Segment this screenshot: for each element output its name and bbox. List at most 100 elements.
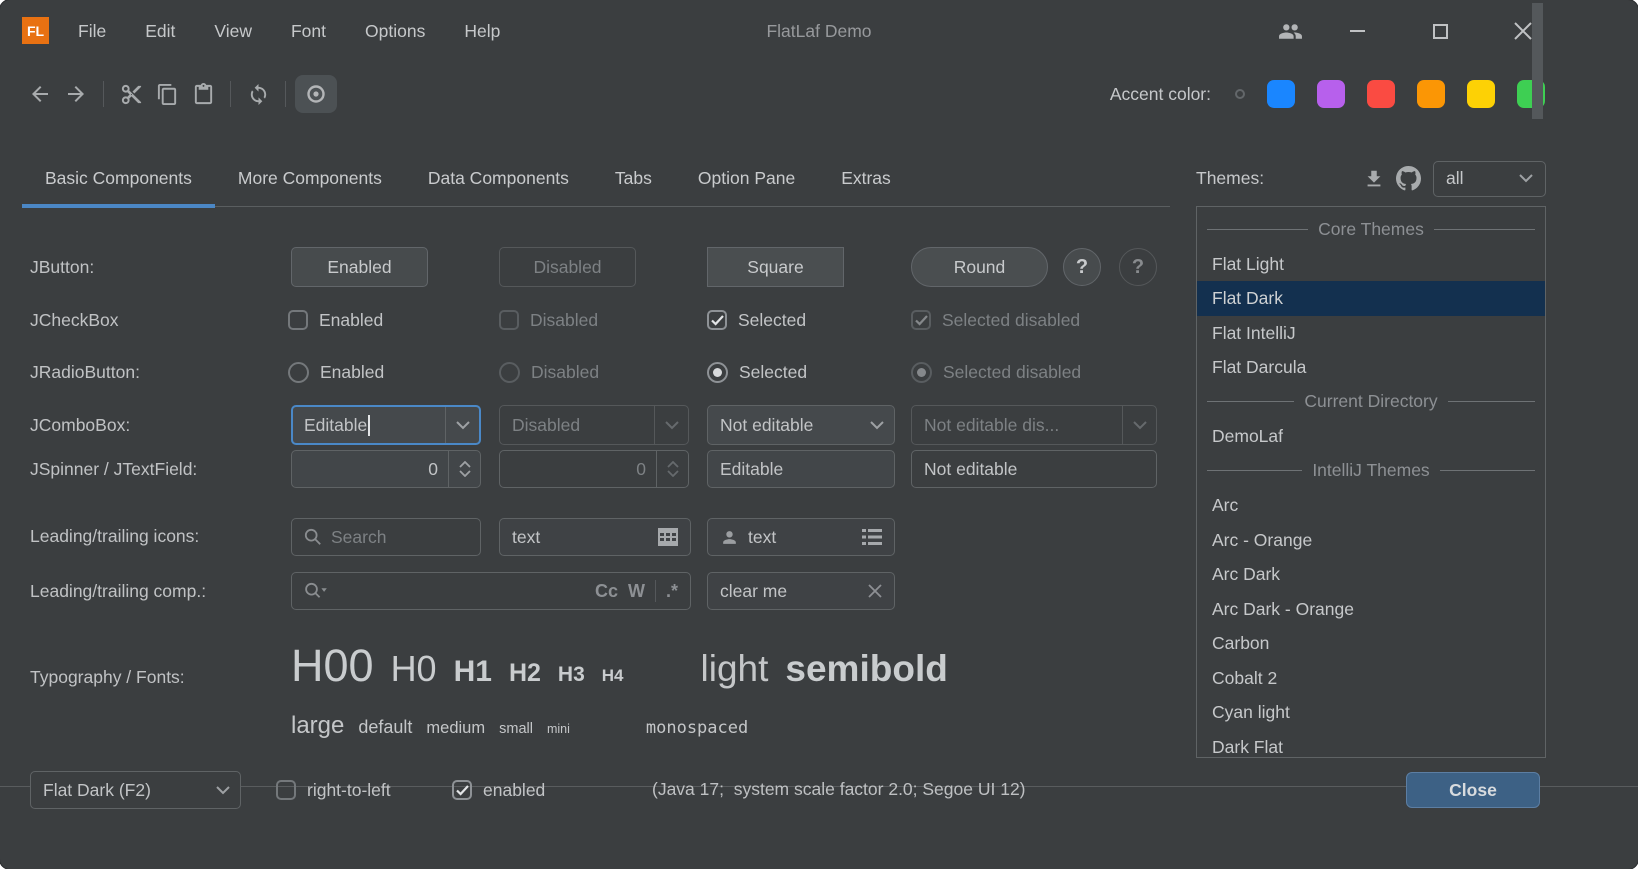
scrollbar-thumb[interactable] [1532,3,1543,119]
typography-sizes: large default medium small mini monospac… [291,712,748,740]
combobox-arrow-button[interactable] [206,772,240,808]
theme-list-item[interactable]: Flat Dark [1197,281,1545,316]
textfield-value: text [512,527,540,548]
accent-swatch[interactable] [1267,80,1295,108]
clear-icon[interactable] [868,584,882,598]
app-logo-icon: FL [22,17,49,44]
search-with-options-field[interactable]: Cc W .* [291,572,691,610]
tab-basic-components[interactable]: Basic Components [22,150,215,206]
maximize-icon [1433,24,1448,39]
tab-option-pane[interactable]: Option Pane [675,150,818,206]
chevron-down-icon [216,786,230,795]
tab-more-components[interactable]: More Components [215,150,405,206]
help-button[interactable]: ? [1063,248,1101,286]
search-field[interactable]: Search [291,518,481,556]
list-icon[interactable] [862,529,882,545]
regex-button[interactable]: .* [666,581,678,602]
typography-headings: H00 H0 H1 H2 H3 H4 light semibold [291,640,948,692]
menu-help[interactable]: Help [464,21,500,42]
menu-options[interactable]: Options [365,21,425,42]
refresh-button[interactable] [240,76,276,112]
theme-list-item[interactable]: Arc [1197,488,1545,523]
accent-swatch[interactable] [1317,80,1345,108]
theme-list-item[interactable]: DemoLaf [1197,419,1545,454]
paste-button[interactable] [185,76,221,112]
menu-font[interactable]: Font [291,21,326,42]
accent-swatch[interactable] [1467,80,1495,108]
square-button[interactable]: Square [707,247,844,287]
menu-edit[interactable]: Edit [145,21,175,42]
enabled-checkbox[interactable]: enabled [452,773,545,807]
checkbox-selected-disabled: Selected disabled [911,303,1080,337]
themes-filter-combobox[interactable]: all [1433,161,1546,197]
copy-icon [156,83,179,106]
font-size-medium-sample: medium [426,719,485,738]
tab-data-components[interactable]: Data Components [405,150,592,206]
theme-list-item[interactable]: Arc Dark [1197,557,1545,592]
download-themes-button[interactable] [1357,162,1391,196]
accent-swatch[interactable] [1417,80,1445,108]
tab-tabs[interactable]: Tabs [592,150,675,206]
combobox-not-editable[interactable]: Not editable [707,405,895,445]
checkbox-label: Selected [738,310,806,331]
forward-button[interactable] [58,76,94,112]
search-placeholder: Search [331,527,386,548]
radio-selected[interactable]: Selected [707,355,807,389]
copy-button[interactable] [149,76,185,112]
help-button-disabled: ? [1119,248,1157,286]
spinner-value: 0 [500,459,656,480]
spinner-1[interactable]: 0 [291,450,481,488]
combobox-arrow-button[interactable] [445,407,479,443]
maximize-button[interactable] [1417,0,1463,62]
lookandfeel-combobox[interactable]: Flat Dark (F2) [30,771,241,809]
minimize-button[interactable] [1334,0,1380,62]
clear-me-field[interactable]: clear me [707,572,895,610]
show-hover-toggle-button[interactable] [295,75,337,113]
theme-list-item[interactable]: Carbon [1197,626,1545,661]
spinner-2[interactable]: 0 [499,450,689,488]
checkbox-selected[interactable]: Selected [707,303,806,337]
close-button[interactable]: Close [1406,772,1540,808]
radio-label: Enabled [320,362,384,383]
checkbox-label: Disabled [530,310,598,331]
back-button[interactable] [22,76,58,112]
themes-header: Themes: all [1196,150,1546,207]
menu-view[interactable]: View [214,21,252,42]
text-field-table-icon[interactable]: text [499,518,691,556]
theme-list-item[interactable]: Arc Dark - Orange [1197,592,1545,627]
accent-swatch[interactable] [1367,80,1395,108]
clipboard-icon [192,83,215,106]
search-menu-icon[interactable] [304,582,328,600]
chevron-down-icon [667,470,679,477]
users-icon[interactable] [1267,0,1313,62]
radio-disabled: Disabled [499,355,599,389]
theme-list-item[interactable]: Flat Light [1197,247,1545,282]
enabled-button[interactable]: Enabled [291,247,428,287]
theme-list-item[interactable]: Flat IntelliJ [1197,316,1545,351]
whole-word-button[interactable]: W [628,581,645,602]
theme-list-item[interactable]: Dark Flat [1197,730,1545,759]
cut-button[interactable] [113,76,149,112]
github-link-button[interactable] [1391,162,1425,196]
radio-enabled[interactable]: Enabled [288,355,384,389]
accent-color-label: Accent color: [1110,84,1211,105]
theme-list-item[interactable]: Flat Darcula [1197,350,1545,385]
theme-list-item[interactable]: Cobalt 2 [1197,661,1545,696]
table-icon[interactable] [658,528,678,546]
combobox-editable[interactable]: Editable [291,405,481,445]
text-field-user-icon[interactable]: text [707,518,895,556]
tab-extras[interactable]: Extras [818,150,914,206]
match-case-button[interactable]: Cc [595,581,618,602]
themes-filter-value: all [1446,168,1464,189]
textfield-editable[interactable]: Editable [707,450,895,488]
theme-list-item[interactable]: Arc - Orange [1197,523,1545,558]
checkbox-enabled[interactable]: Enabled [288,303,383,337]
combobox-arrow-button[interactable] [860,406,894,444]
round-button[interactable]: Round [911,247,1048,287]
theme-list-item[interactable]: Cyan light [1197,695,1545,730]
rtl-checkbox[interactable]: right-to-left [276,773,391,807]
textfield-value: Not editable [924,459,1017,480]
spinner-arrows[interactable] [448,451,480,487]
combobox-value: Disabled [512,415,580,436]
menu-file[interactable]: File [78,21,106,42]
